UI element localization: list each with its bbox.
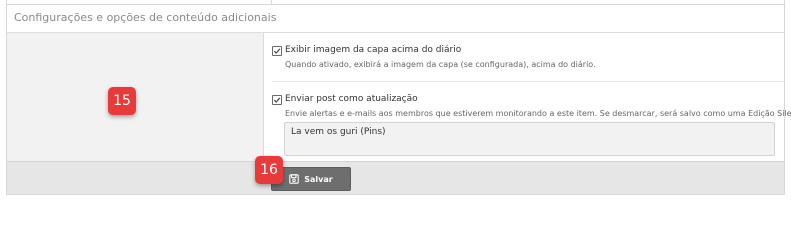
option-divider [272,81,784,82]
annotation-badge: 16 [255,156,283,184]
page: Configurações e opções de conteúdo adici… [0,0,791,200]
annotation-badge: 15 [108,87,136,115]
panel-title: Configurações e opções de conteúdo adici… [14,11,277,24]
cover-image-label[interactable]: Exibir imagem da capa acima do diário [285,45,461,55]
post-update-hint: Envie alertas e e-mails aos membros que … [285,109,791,118]
form-footer: Salvar [7,161,784,194]
cover-image-hint: Quando ativado, exibirá a imagem da capa… [285,60,596,69]
checkmark-icon [273,97,281,103]
options-column: Exibir imagem da capa acima do diário Qu… [264,33,791,161]
save-button[interactable]: Salvar [271,167,351,191]
status-update-textarea[interactable]: La vem os guri (Pins) [284,122,775,156]
post-update-label[interactable]: Enviar post como atualização [285,94,418,104]
cover-image-checkbox[interactable] [272,46,282,56]
floppy-disk-icon [289,174,300,184]
post-update-checkbox[interactable] [272,95,282,105]
status-update-text: La vem os guri (Pins) [291,127,386,137]
checkmark-icon [273,48,281,54]
panel-header: Configurações e opções de conteúdo adici… [7,5,784,33]
save-button-label: Salvar [304,174,333,184]
